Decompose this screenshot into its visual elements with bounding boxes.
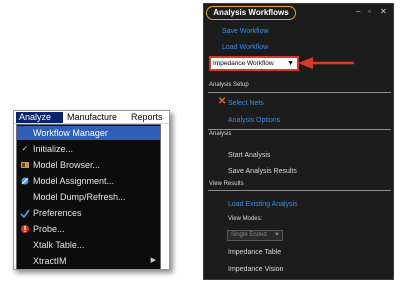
panel-header: Analysis Workflows – ▫ ✕ [204, 4, 393, 21]
save-analysis-results-button[interactable]: Save Analysis Results [228, 168, 297, 175]
menu-item-label: Probe... [33, 224, 65, 234]
workflow-select[interactable]: Impedance Workflow ▼ [209, 56, 299, 71]
chevron-down-icon: ▼ [274, 232, 280, 238]
divider [208, 129, 391, 130]
analyze-menu-window: Analyze Manufacture Reports Workflow Man… [13, 110, 170, 270]
model-browser-icon [20, 160, 30, 170]
preferences-icon [20, 208, 30, 219]
menu-item-initialize[interactable]: ✓ Initialize... [17, 142, 160, 156]
analyze-dropdown: Workflow Manager ✓ Initialize... Model B… [16, 124, 161, 269]
load-existing-analysis-link[interactable]: Load Existing Analysis [228, 201, 298, 208]
menu-item-probe[interactable]: Probe... [17, 222, 160, 236]
workflow-select-value: Impedance Workflow [213, 60, 274, 67]
view-modes-label: View Modes: [228, 216, 263, 222]
menu-item-label: Preferences [33, 208, 82, 218]
menu-item-label: Xtalk Table... [33, 240, 85, 250]
menubar-reports[interactable]: Reports [131, 112, 163, 123]
select-nets-link[interactable]: Select Nets [228, 100, 264, 107]
probe-icon [20, 224, 30, 234]
menu-item-label: XtractIM [33, 256, 67, 266]
menubar-analyze[interactable]: Analyze [16, 112, 63, 123]
divider [208, 190, 391, 191]
menu-item-model-browser[interactable]: Model Browser... [17, 158, 160, 172]
section-view-results: View Results [209, 181, 244, 187]
menu-item-label: Model Browser... [33, 160, 101, 170]
analysis-workflows-panel: Analysis Workflows – ▫ ✕ Save Workflow L… [203, 3, 394, 280]
close-icon[interactable]: ✕ [380, 7, 387, 16]
load-workflow-link[interactable]: Load Workflow [222, 44, 268, 51]
menu-item-label: Initialize... [33, 144, 74, 154]
panel-title: Analysis Workflows [206, 6, 296, 20]
menu-item-preferences[interactable]: Preferences [17, 206, 160, 220]
menubar-reports-label: Reports [131, 112, 163, 122]
divider [208, 92, 391, 93]
menu-item-workflow-manager[interactable]: Workflow Manager [17, 126, 160, 140]
check-icon: ✓ [21, 144, 29, 153]
chevron-down-icon: ▼ [287, 60, 294, 67]
start-analysis-button[interactable]: Start Analysis [228, 152, 270, 159]
annotation-arrow-icon [298, 57, 354, 69]
menubar: Analyze Manufacture Reports [14, 111, 169, 124]
section-analysis-setup: Analysis Setup [209, 82, 249, 88]
analysis-options-link[interactable]: Analysis Options [228, 117, 280, 124]
menubar-manufacture-label: Manufacture [67, 112, 118, 122]
menu-item-label: Workflow Manager [33, 128, 108, 138]
menubar-manufacture[interactable]: Manufacture [67, 112, 117, 123]
view-mode-value: Single Ended [231, 232, 267, 238]
menu-item-label: Model Assignment... [33, 176, 115, 186]
menu-item-label: Model Dump/Refresh... [33, 192, 126, 202]
model-assignment-icon [20, 176, 30, 186]
menubar-analyze-label: Analyze [19, 112, 52, 122]
menu-item-model-dump-refresh[interactable]: Model Dump/Refresh... [17, 190, 160, 204]
submenu-arrow-icon: ▶ [150, 257, 156, 264]
menu-item-xtractim[interactable]: XtractIM ▶ [17, 254, 160, 268]
impedance-table-button[interactable]: Impedance Table [228, 249, 281, 256]
restore-icon[interactable]: ▫ [368, 7, 371, 16]
error-x-icon: ✕ [218, 96, 227, 107]
menu-item-model-assignment[interactable]: Model Assignment... [17, 174, 160, 188]
impedance-vision-button[interactable]: Impedance Vision [228, 266, 284, 273]
pin-icon[interactable]: – [356, 7, 360, 16]
save-workflow-link[interactable]: Save Workflow [222, 28, 269, 35]
view-mode-select[interactable]: Single Ended ▼ [227, 230, 283, 241]
section-analysis: Analysis [209, 131, 232, 137]
menu-item-xtalk-table[interactable]: Xtalk Table... [17, 238, 160, 252]
